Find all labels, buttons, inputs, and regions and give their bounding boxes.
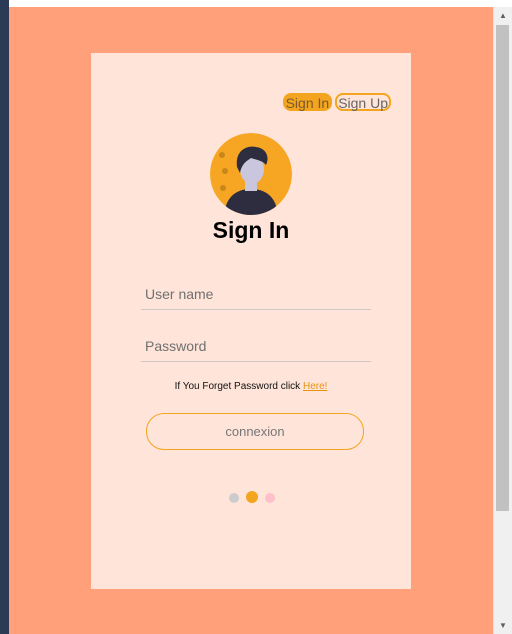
carousel-dot-3[interactable]	[265, 493, 275, 503]
user-avatar-icon	[210, 133, 292, 215]
scroll-up-arrow-icon[interactable]: ▲	[494, 7, 512, 24]
forgot-password-label: If You Forget Password click	[174, 381, 303, 392]
auth-toggle: Sign In Sign Up	[282, 93, 391, 111]
carousel-dot-2[interactable]	[246, 490, 258, 503]
scroll-down-arrow-icon[interactable]: ▼	[494, 617, 512, 634]
window-top-strip	[9, 0, 512, 7]
password-input[interactable]	[141, 331, 371, 361]
browser-window: Sign In Sign Up Sign In User name If You…	[9, 0, 512, 634]
signin-tab-button[interactable]: Sign In	[282, 93, 333, 111]
username-field-wrapper	[141, 279, 371, 310]
connexion-button[interactable]: connexion	[146, 413, 364, 450]
forgot-password-text: If You Forget Password click Here!	[91, 381, 411, 392]
password-field-wrapper	[141, 331, 371, 362]
signin-card: Sign In Sign Up Sign In User name If You…	[91, 53, 411, 589]
username-input[interactable]	[141, 279, 371, 309]
scrollbar-thumb[interactable]	[496, 25, 509, 511]
forgot-password-link[interactable]: Here!	[303, 381, 327, 392]
carousel-dots	[229, 490, 275, 503]
vertical-scrollbar[interactable]: ▲ ▼	[493, 7, 512, 634]
signup-tab-button[interactable]: Sign Up	[335, 93, 391, 111]
page-content: Sign In Sign Up Sign In User name If You…	[9, 7, 493, 634]
page-title: Sign In	[212, 217, 290, 243]
carousel-dot-1[interactable]	[229, 493, 239, 503]
